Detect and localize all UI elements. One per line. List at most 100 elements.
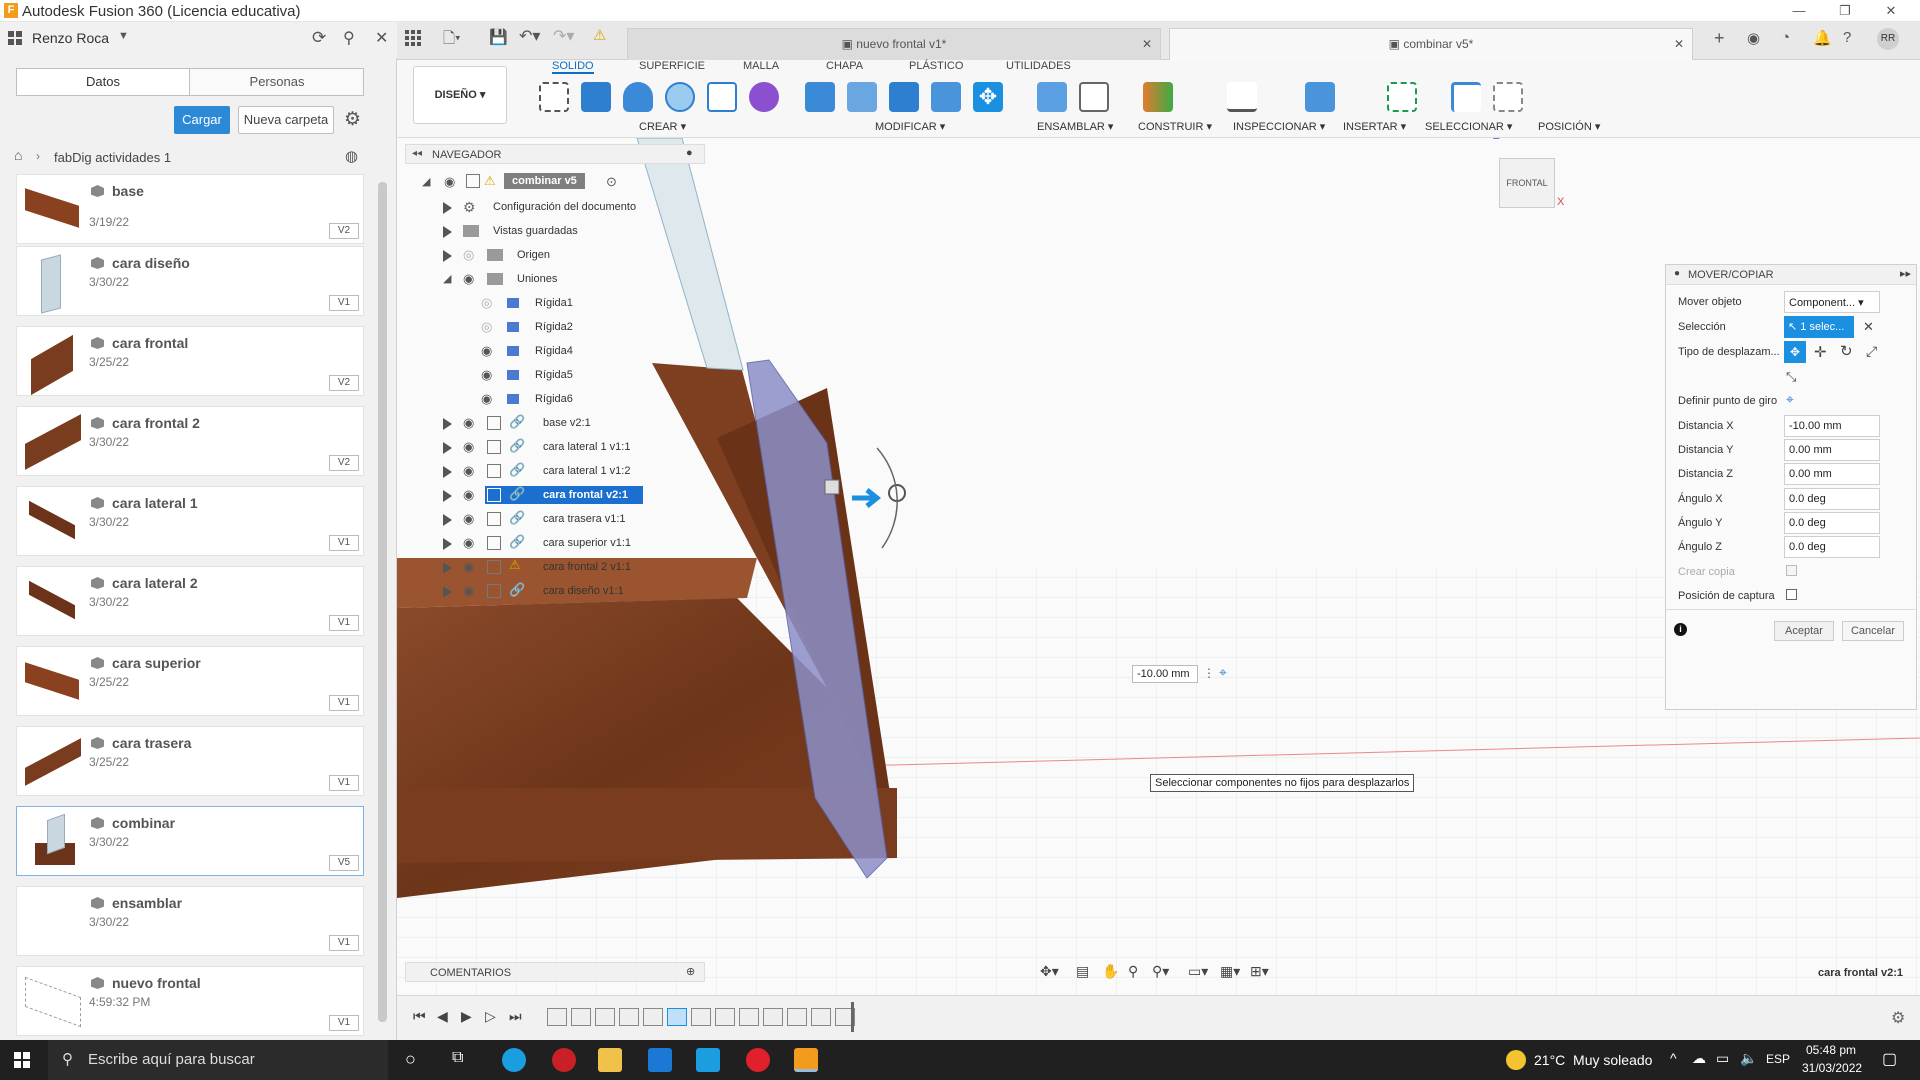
joint-feature-icon[interactable] [715, 1008, 735, 1026]
close-icon[interactable]: ✕ [1868, 0, 1914, 22]
tree-row-selected[interactable]: ◉ 🔗 cara frontal v2:1 [405, 484, 705, 508]
version-badge[interactable]: V1 [329, 935, 359, 951]
notification-center-icon[interactable]: ▢ [1882, 1049, 1897, 1069]
fusion-taskbar-icon[interactable] [794, 1048, 818, 1072]
tab-plastico[interactable]: PLÁSTICO [909, 60, 963, 72]
angle-z-input[interactable]: 0.0 deg [1784, 536, 1880, 558]
joint-feature-icon[interactable] [739, 1008, 759, 1026]
distance-y-input[interactable]: 0.00 mm [1784, 439, 1880, 461]
tree-row[interactable]: ◉ 🔗 base v2:1 [405, 412, 705, 436]
timeline-features[interactable] [547, 1008, 867, 1028]
create-copy-checkbox[interactable] [1786, 565, 1797, 576]
tab-utilidades[interactable]: UTILIDADES [1006, 60, 1071, 72]
eye-icon[interactable]: ◉ [481, 343, 492, 359]
list-item[interactable]: cara superior 3/25/22 V1 [16, 646, 364, 716]
info-icon[interactable]: i [1674, 623, 1687, 636]
eye-icon[interactable]: ◉ [444, 174, 455, 190]
user-name[interactable]: Renzo Roca [32, 30, 109, 46]
viewcube[interactable]: FRONTAL [1499, 158, 1555, 208]
eye-icon[interactable]: ◉ [463, 511, 474, 527]
zoom-icon[interactable]: ⚲ [1128, 963, 1138, 980]
eye-icon[interactable]: ◉ [463, 415, 474, 431]
eye-icon[interactable]: ◉ [463, 535, 474, 551]
job-status-icon[interactable]: ◔ [1781, 29, 1790, 46]
angle-x-input[interactable]: 0.0 deg [1784, 488, 1880, 510]
tree-row[interactable]: ◉ 🔗 cara trasera v1:1 [405, 508, 705, 532]
language-indicator[interactable]: ESP [1766, 1052, 1790, 1066]
clear-selection-icon[interactable]: ✕ [1863, 319, 1874, 335]
tab-malla[interactable]: MALLA [743, 60, 779, 72]
version-badge[interactable]: V2 [329, 223, 359, 239]
joint-feature-icon[interactable] [763, 1008, 783, 1026]
new-folder-button[interactable]: Nueva carpeta [238, 106, 334, 134]
restore-icon[interactable]: ❐ [1822, 0, 1868, 22]
rotate-icon[interactable]: ↻ [1840, 342, 1853, 360]
pattern-icon[interactable] [707, 82, 737, 112]
app-icon[interactable] [552, 1048, 576, 1072]
tree-row[interactable]: ◢ ◉ Uniones [405, 268, 705, 292]
eye-icon[interactable]: ◉ [463, 487, 474, 503]
help-icon[interactable]: ? [1843, 29, 1851, 46]
pin-icon[interactable]: ● [686, 147, 693, 159]
version-badge[interactable]: V1 [329, 535, 359, 551]
edge-icon[interactable] [502, 1048, 526, 1072]
viewports-icon[interactable]: ⊞▾ [1250, 963, 1269, 980]
navigator-root[interactable]: ◢ ◉ ⚠ combinar v5 ⊙ [418, 172, 628, 194]
move-copy-icon[interactable]: ✥ [973, 82, 1003, 112]
version-badge[interactable]: V2 [329, 455, 359, 471]
list-item[interactable]: cara diseño 3/30/22 V1 [16, 246, 364, 316]
tree-row[interactable]: ⚙ Configuración del documento [405, 196, 705, 220]
settings-gear-icon[interactable]: ⚙ [344, 108, 361, 131]
tree-row[interactable]: ◉ 🔗 cara superior v1:1 [405, 532, 705, 556]
create-sketch-icon[interactable] [539, 82, 569, 112]
store-icon[interactable] [648, 1048, 672, 1072]
joint-feature-icon[interactable] [691, 1008, 711, 1026]
tree-row[interactable]: ◎ Rígida2 [405, 316, 705, 340]
extrude-icon[interactable] [581, 82, 611, 112]
set-pivot-icon[interactable]: ⌖ [1786, 391, 1794, 408]
clock-time[interactable]: 05:48 pm [1806, 1043, 1856, 1057]
group-modificar[interactable]: MODIFICAR ▾ [875, 120, 945, 133]
joint-feature-icon[interactable] [643, 1008, 663, 1026]
eye-icon[interactable]: ◉ [463, 463, 474, 479]
selection-button[interactable]: ↖ 1 selec... [1784, 316, 1854, 338]
group-crear[interactable]: CREAR ▾ [639, 120, 686, 133]
collapse-icon[interactable]: ◂◂ [412, 148, 422, 159]
joint-feature-icon[interactable] [547, 1008, 567, 1026]
close-tab-icon[interactable]: ✕ [1674, 29, 1684, 59]
collapse-icon[interactable]: ● [1674, 268, 1680, 279]
avatar[interactable]: RR [1877, 28, 1899, 50]
group-construir[interactable]: CONSTRUIR ▾ [1138, 120, 1212, 133]
translate-icon[interactable]: ✛ [1814, 343, 1827, 361]
cortana-icon[interactable]: ○ [405, 1049, 416, 1070]
new-component-icon[interactable] [1037, 82, 1067, 112]
expanded-arrow-icon[interactable]: ◢ [443, 272, 451, 285]
point-to-point-icon[interactable]: ⤢ [1866, 343, 1877, 360]
tree-row[interactable]: ◉ Rígida6 [405, 388, 705, 412]
list-item[interactable]: cara frontal 2 3/30/22 V2 [16, 406, 364, 476]
weather-icon[interactable] [1506, 1050, 1526, 1070]
task-view-icon[interactable]: ⧉ [452, 1049, 463, 1067]
load-button[interactable]: Cargar [174, 106, 230, 134]
capture-position-icon[interactable] [1451, 82, 1481, 112]
undo-icon[interactable]: ↶▾ [519, 26, 540, 46]
display-settings-icon[interactable]: ▭▾ [1188, 963, 1208, 980]
insert-image-icon[interactable] [1305, 82, 1335, 112]
tree-row[interactable]: Vistas guardadas [405, 220, 705, 244]
panel-header[interactable]: ● MOVER/COPIAR ▸▸ [1666, 265, 1916, 285]
workspace-dropdown[interactable]: DISEÑO ▾ [413, 66, 507, 124]
notifications-icon[interactable]: 🔔 [1813, 29, 1832, 47]
tab-datos[interactable]: Datos [17, 69, 190, 95]
list-item[interactable]: combinar 3/30/22 V5 [16, 806, 364, 876]
press-pull-icon[interactable] [805, 82, 835, 112]
more-options-icon[interactable]: ⋮ [1203, 666, 1215, 680]
eye-icon[interactable]: ◉ [463, 559, 474, 575]
distance-input[interactable]: -10.00 mm [1132, 665, 1198, 683]
eye-hidden-icon[interactable]: ◎ [481, 295, 492, 311]
joint-feature-icon[interactable] [787, 1008, 807, 1026]
move-object-dropdown[interactable]: Component... ▾ [1784, 291, 1880, 313]
weather-text[interactable]: 21°C Muy soleado [1534, 1052, 1652, 1068]
tree-row[interactable]: ◉ 🔗 cara lateral 1 v1:1 [405, 436, 705, 460]
scrollbar[interactable] [378, 182, 387, 1022]
new-tab-icon[interactable]: + [1714, 28, 1725, 49]
